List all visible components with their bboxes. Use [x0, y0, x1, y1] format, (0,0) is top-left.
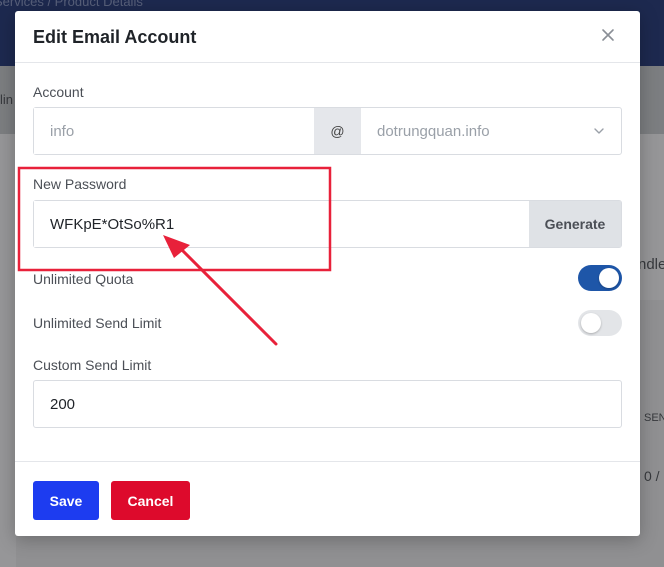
password-input-group: Generate	[33, 200, 622, 248]
account-input-group: @ dotrungquan.info	[33, 107, 622, 155]
footer-divider	[15, 461, 640, 462]
modal-title: Edit Email Account	[33, 27, 197, 47]
at-symbol-addon: @	[314, 108, 361, 154]
custom-send-limit-input[interactable]	[33, 380, 622, 428]
domain-select-value: dotrungquan.info	[377, 122, 490, 140]
cancel-button[interactable]: Cancel	[111, 481, 190, 520]
toggle-knob	[581, 313, 601, 333]
unlimited-quota-toggle[interactable]	[578, 265, 622, 291]
save-button[interactable]: Save	[33, 481, 99, 520]
account-label: Account	[33, 84, 84, 100]
domain-select[interactable]: dotrungquan.info	[361, 108, 621, 154]
account-username-input[interactable]	[34, 108, 314, 154]
toggle-knob	[599, 268, 619, 288]
generate-password-button[interactable]: Generate	[529, 201, 621, 247]
modal-header: Edit Email Account	[15, 11, 640, 63]
edit-email-account-modal: Edit Email Account Account @ dotrungquan…	[15, 11, 640, 536]
custom-send-limit-label: Custom Send Limit	[33, 357, 152, 373]
close-icon[interactable]	[599, 26, 617, 44]
new-password-label: New Password	[33, 176, 127, 192]
unlimited-send-limit-toggle[interactable]	[578, 310, 622, 336]
unlimited-send-limit-label: Unlimited Send Limit	[33, 315, 162, 331]
unlimited-quota-label: Unlimited Quota	[33, 271, 134, 287]
chevron-down-icon	[594, 128, 604, 134]
new-password-input[interactable]	[34, 201, 529, 247]
